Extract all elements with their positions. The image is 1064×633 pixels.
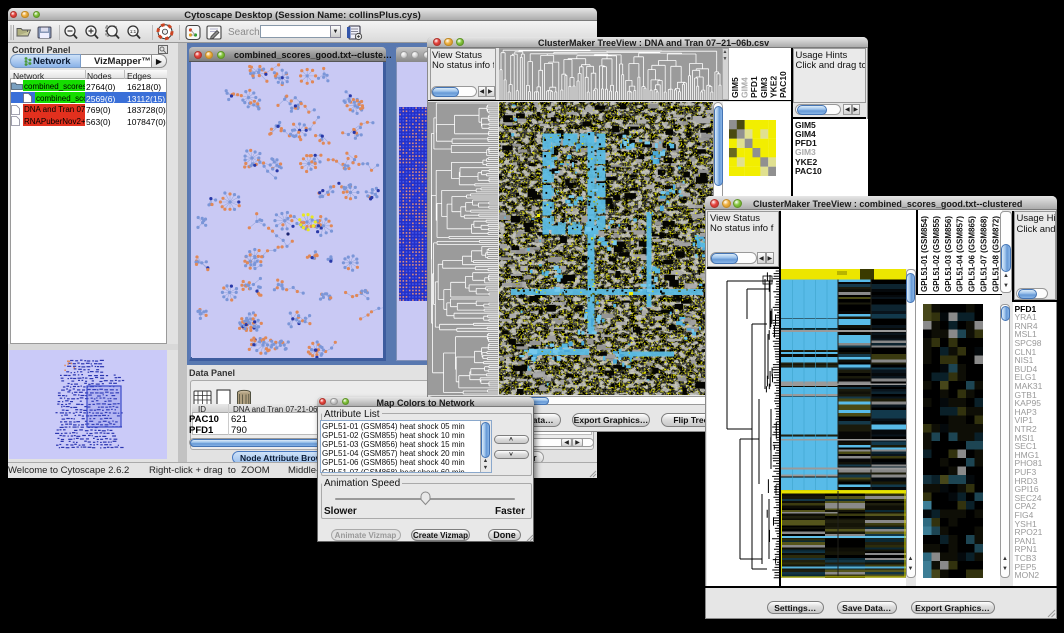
svg-text:GPL51-04 (GSM857): GPL51-04 (GSM857) xyxy=(956,216,965,292)
svg-text:GPL51-06 (GSM865): GPL51-06 (GSM865) xyxy=(968,216,977,292)
svg-text:GPL51-02 (GSM855): GPL51-02 (GSM855) xyxy=(932,216,941,292)
svg-text:GIM5: GIM5 xyxy=(730,77,740,98)
svg-text:GPL51-01 (GSM854): GPL51-01 (GSM854) xyxy=(920,216,929,292)
svg-text:PFD1: PFD1 xyxy=(749,76,759,98)
svg-text:YKE2: YKE2 xyxy=(768,76,778,98)
svg-text:PAC10: PAC10 xyxy=(778,71,788,98)
svg-text:GIM3: GIM3 xyxy=(759,77,769,98)
svg-text:GPL51-07 (GSM868): GPL51-07 (GSM868) xyxy=(980,216,989,292)
svg-text:1:1: 1:1 xyxy=(130,29,137,34)
svg-text:GIM4: GIM4 xyxy=(740,77,750,98)
svg-text:GPL51-03 (GSM856): GPL51-03 (GSM856) xyxy=(944,216,953,292)
